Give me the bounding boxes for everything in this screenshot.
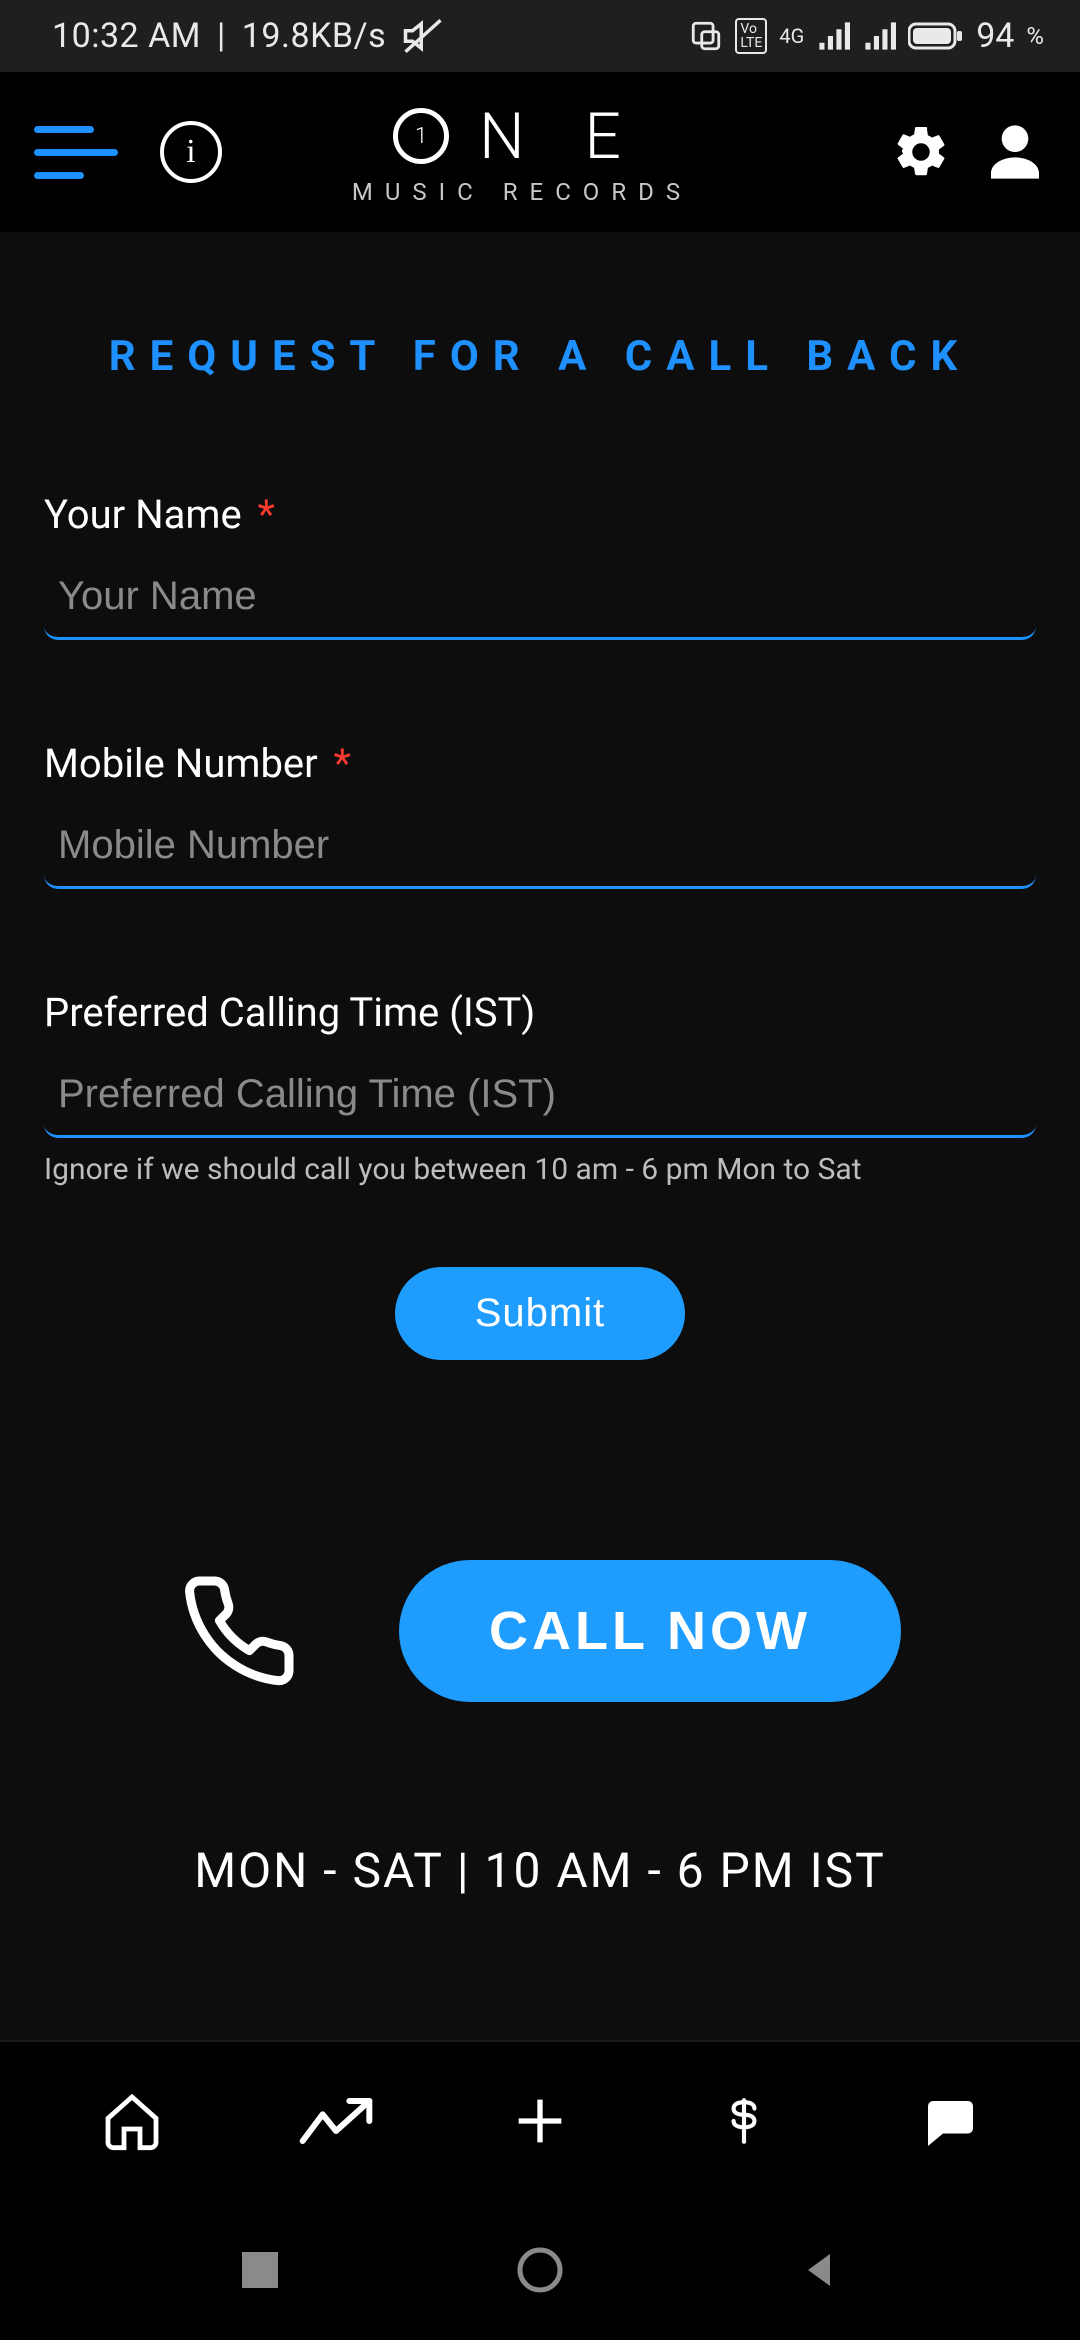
nav-trends[interactable]	[296, 2081, 376, 2161]
profile-button[interactable]	[980, 117, 1050, 187]
brand-letter-n: N	[479, 99, 554, 174]
field-mobile: Mobile Number *	[44, 740, 1036, 889]
brand-subtitle: MUSIC RECORDS	[352, 178, 692, 206]
chat-icon	[918, 2091, 978, 2151]
profile-icon	[983, 120, 1047, 184]
screen-cast-icon	[689, 19, 723, 53]
nav-add[interactable]	[500, 2081, 580, 2161]
triangle-back-icon	[800, 2250, 840, 2290]
status-left: 10:32 AM | 19.8KB/s	[52, 15, 444, 57]
nav-earnings[interactable]	[704, 2081, 784, 2161]
business-hours: MON - SAT | 10 AM - 6 PM IST	[44, 1842, 1036, 1899]
home-icon	[100, 2089, 164, 2153]
sys-home[interactable]	[512, 2242, 568, 2298]
status-divider: |	[217, 16, 226, 56]
volte-icon: VoLTE	[735, 18, 767, 54]
sys-recent[interactable]	[232, 2242, 288, 2298]
call-row: CALL NOW	[44, 1560, 1036, 1702]
battery-icon	[908, 21, 964, 51]
field-calltime: Preferred Calling Time (IST) Ignore if w…	[44, 989, 1036, 1187]
network-type: 4G	[779, 24, 804, 48]
call-now-button[interactable]: CALL NOW	[399, 1560, 901, 1702]
settings-button[interactable]	[886, 117, 956, 187]
phone-icon	[179, 1571, 299, 1691]
app-bottom-nav	[0, 2040, 1080, 2200]
square-icon	[242, 2252, 278, 2288]
name-required: *	[258, 491, 275, 538]
app-header: i 1 N E MUSIC RECORDS	[0, 72, 1080, 232]
mobile-input[interactable]	[44, 813, 1036, 889]
name-input[interactable]	[44, 564, 1036, 640]
menu-button[interactable]	[30, 107, 120, 197]
status-right: VoLTE 4G 94%	[689, 16, 1044, 56]
name-label-text: Your Name	[44, 491, 242, 538]
mobile-label: Mobile Number *	[44, 740, 1036, 787]
main-content: REQUEST FOR A CALL BACK Your Name * Mobi…	[0, 232, 1080, 1899]
nav-home[interactable]	[92, 2081, 172, 2161]
battery-pct: 94	[976, 16, 1014, 56]
signal-2-icon	[862, 19, 896, 53]
plus-icon	[508, 2089, 572, 2153]
calltime-label: Preferred Calling Time (IST)	[44, 989, 1036, 1036]
mobile-label-text: Mobile Number	[44, 740, 318, 787]
submit-button[interactable]: Submit	[395, 1267, 686, 1360]
system-nav	[0, 2200, 1080, 2340]
status-net-speed: 19.8KB/s	[242, 16, 386, 56]
sys-back[interactable]	[792, 2242, 848, 2298]
field-name: Your Name *	[44, 491, 1036, 640]
calltime-label-text: Preferred Calling Time (IST)	[44, 989, 535, 1036]
brand-logo: 1 N E MUSIC RECORDS	[182, 99, 862, 206]
trend-icon	[296, 2089, 376, 2153]
signal-1-icon	[816, 19, 850, 53]
brand-wordmark: 1 N E	[393, 99, 651, 174]
circle-icon	[516, 2246, 564, 2294]
status-time: 10:32 AM	[52, 16, 201, 56]
gear-icon	[891, 122, 951, 182]
brand-o-icon: 1	[393, 108, 449, 164]
mute-icon	[402, 15, 444, 57]
calltime-hint: Ignore if we should call you between 10 …	[44, 1152, 1036, 1187]
nav-chat[interactable]	[908, 2081, 988, 2161]
calltime-input[interactable]	[44, 1062, 1036, 1138]
name-label: Your Name *	[44, 491, 1036, 538]
status-bar: 10:32 AM | 19.8KB/s VoLTE 4G	[0, 0, 1080, 72]
battery-pct-suffix: %	[1026, 22, 1044, 50]
dollar-icon	[719, 2086, 769, 2156]
brand-letter-e: E	[585, 99, 651, 174]
page-title: REQUEST FOR A CALL BACK	[44, 332, 1036, 381]
mobile-required: *	[334, 740, 351, 787]
